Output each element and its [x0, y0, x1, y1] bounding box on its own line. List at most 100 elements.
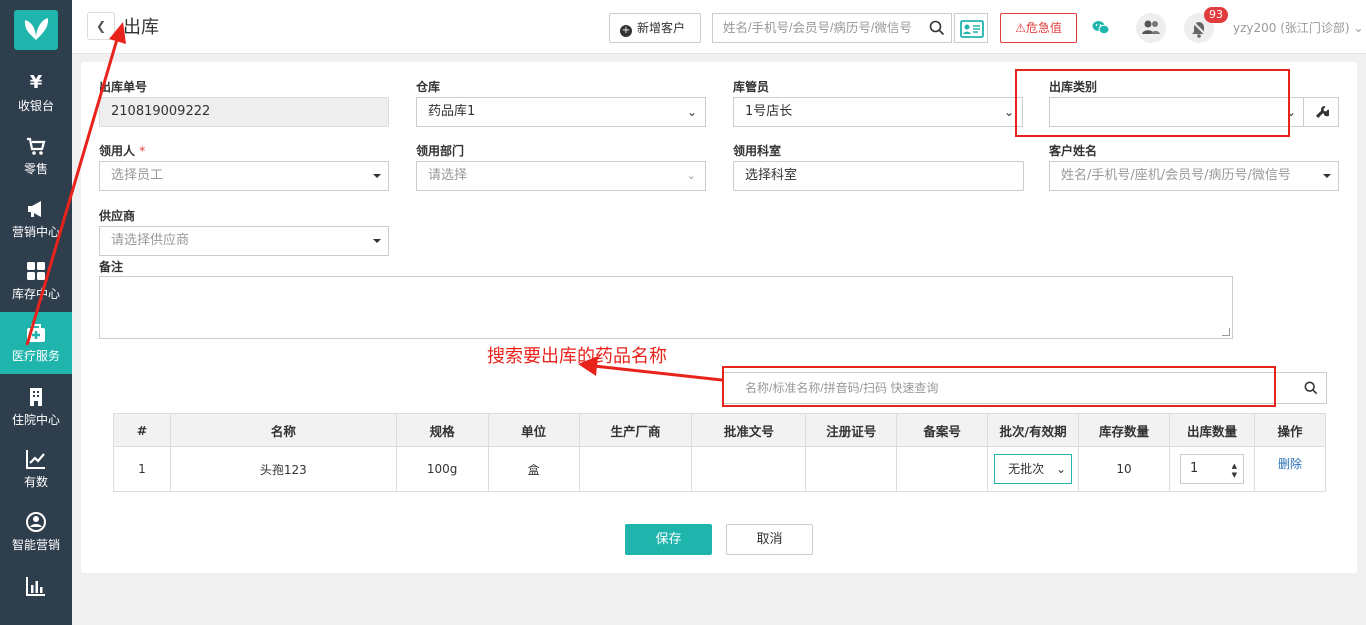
cell-action: 删除 [1253, 446, 1327, 492]
sidebar-item-data[interactable]: 有数 [0, 438, 72, 500]
chevron-down-icon: ⌄ [686, 105, 697, 119]
trend-icon [26, 450, 45, 469]
user-menu[interactable]: yzy200 (张江门诊部) ⌄ [1233, 19, 1363, 36]
supplier-select[interactable]: 请选择供应商 [99, 226, 389, 256]
warehouse-label: 仓库 [416, 80, 441, 94]
stock-out-items-table: # 名称 规格 单位 生产厂商 批准文号 注册证号 备案号 批次/有效期 库存数… [113, 413, 1327, 492]
chevron-down-icon: ⌄ [1056, 462, 1067, 476]
critical-value-button[interactable]: ⚠危急值 [1000, 13, 1077, 43]
annotation-box-search [722, 366, 1276, 407]
warehouse-select[interactable]: 药品库1 ⌄ [416, 97, 706, 127]
delete-link[interactable]: 删除 [1278, 457, 1302, 471]
table-row: 1 头孢123 100g 盒 无批次 ⌄ 10 1 ▲ ▼ 删除 [113, 446, 1327, 492]
search-icon[interactable] [929, 20, 945, 36]
quantity-stepper[interactable]: 1 ▲ ▼ [1179, 454, 1244, 484]
required-mark: * [139, 144, 146, 158]
resize-grip-icon[interactable] [1222, 328, 1230, 336]
supplier-label: 供应商 [99, 209, 136, 223]
sidebar-item-inventory[interactable]: 库存中心 [0, 250, 72, 312]
sidebar-item-label: 住院中心 [11, 413, 60, 427]
cell-no: 1 [113, 446, 171, 492]
chevron-left-icon: ❮ [95, 19, 107, 33]
customer-placeholder: 姓名/手机号/座机/会员号/病历号/微信号 [1061, 168, 1291, 183]
wechat-button[interactable] [1086, 13, 1116, 43]
category-settings-button[interactable] [1303, 97, 1339, 127]
remark-label: 备注 [99, 260, 124, 274]
col-header: 注册证号 [805, 413, 898, 447]
sidebar-item-label: 营销中心 [11, 225, 60, 239]
new-customer-button[interactable]: + 新增客户 [609, 13, 701, 43]
warehouse-value: 药品库1 [428, 104, 476, 119]
wrench-icon [1316, 106, 1329, 118]
cell-maker [578, 446, 693, 492]
cell-unit: 盒 [487, 446, 580, 492]
sidebar-item-inpatient[interactable]: 住院中心 [0, 376, 72, 438]
critical-value-label: 危急值 [1025, 21, 1062, 35]
customer-search-input[interactable] [713, 14, 923, 42]
group-icon [1142, 20, 1160, 34]
col-header: # [113, 413, 171, 447]
id-card-button[interactable] [954, 13, 988, 43]
section-placeholder: 选择科室 [745, 168, 798, 183]
remark-textarea[interactable] [99, 276, 1233, 339]
cancel-button[interactable]: 取消 [726, 524, 813, 555]
keeper-label: 库管员 [733, 80, 770, 94]
sidebar-item-cashier[interactable]: ¥ 收银台 [0, 62, 72, 124]
logo[interactable] [14, 10, 58, 50]
caret-down-icon [1323, 174, 1331, 178]
building-icon [30, 388, 42, 406]
dept-label: 领用部门 [416, 144, 465, 158]
cell-spec: 100g [395, 446, 489, 492]
sidebar-item-medical[interactable]: 医疗服务 [0, 312, 72, 374]
supplier-placeholder: 请选择供应商 [111, 233, 190, 248]
col-header: 规格 [395, 413, 489, 447]
col-header: 备案号 [896, 413, 989, 447]
yen-icon: ¥ [29, 72, 43, 93]
stepper-up-icon[interactable]: ▲ [1232, 462, 1237, 470]
caret-down-icon [373, 239, 381, 243]
group-button[interactable] [1136, 13, 1166, 43]
batch-select[interactable]: 无批次 ⌄ [994, 454, 1073, 484]
sidebar-item-smart-marketing[interactable]: 智能营销 [0, 501, 72, 563]
table-header-row: # 名称 规格 单位 生产厂商 批准文号 注册证号 备案号 批次/有效期 库存数… [113, 413, 1327, 447]
sidebar: ¥ 收银台 零售 营销中心 库存中心 医疗服务 住院中心 有数 智能营销 [0, 0, 72, 625]
dept-select[interactable]: 请选择 ⌄ [416, 161, 706, 191]
sidebar-item-reports[interactable] [0, 565, 72, 625]
annotation-box-category [1015, 69, 1290, 137]
back-button[interactable]: ❮ [87, 12, 115, 40]
chevron-down-icon: ⌄ [1003, 105, 1014, 119]
section-input[interactable]: 选择科室 [733, 161, 1024, 191]
customer-select[interactable]: 姓名/手机号/座机/会员号/病历号/微信号 [1049, 161, 1339, 191]
col-header: 批次/有效期 [987, 413, 1080, 447]
user-name-label: yzy200 (张江门诊部) [1233, 21, 1350, 35]
search-icon[interactable] [1304, 381, 1318, 395]
col-header: 操作 [1253, 413, 1327, 447]
sidebar-item-retail[interactable]: 零售 [0, 125, 72, 187]
sidebar-item-marketing[interactable]: 营销中心 [0, 188, 72, 250]
top-header: ❮ 出库 + 新增客户 ⚠危急值 93 yzy200 (张江门诊部) ⌄ [72, 0, 1366, 54]
col-header: 批准文号 [691, 413, 807, 447]
quantity-value: 1 [1189, 461, 1199, 476]
cell-qty: 1 ▲ ▼ [1168, 446, 1255, 492]
dept-placeholder: 请选择 [428, 168, 468, 183]
sidebar-item-label: 医疗服务 [11, 349, 60, 363]
col-header: 生产厂商 [578, 413, 693, 447]
section-label: 领用科室 [733, 144, 782, 158]
caret-down-icon [373, 174, 381, 178]
wechat-icon [1092, 21, 1110, 35]
receiver-placeholder: 选择员工 [111, 168, 164, 183]
cell-record [896, 446, 989, 492]
sidebar-item-label: 有数 [23, 475, 48, 489]
keeper-select[interactable]: 1号店长 ⌄ [733, 97, 1023, 127]
people-icon [26, 512, 46, 532]
page-title: 出库 [123, 17, 159, 38]
save-button[interactable]: 保存 [625, 524, 712, 555]
stepper-down-icon[interactable]: ▼ [1232, 471, 1237, 479]
batch-value: 无批次 [1008, 462, 1045, 476]
annotation-label: 搜索要出库的药品名称 [487, 346, 667, 367]
receiver-select[interactable]: 选择员工 [99, 161, 389, 191]
plus-circle-icon: + [620, 25, 632, 37]
id-card-icon [960, 20, 984, 38]
order-no-field: 210819009222 [99, 97, 389, 127]
sidebar-item-label: 零售 [23, 162, 48, 176]
